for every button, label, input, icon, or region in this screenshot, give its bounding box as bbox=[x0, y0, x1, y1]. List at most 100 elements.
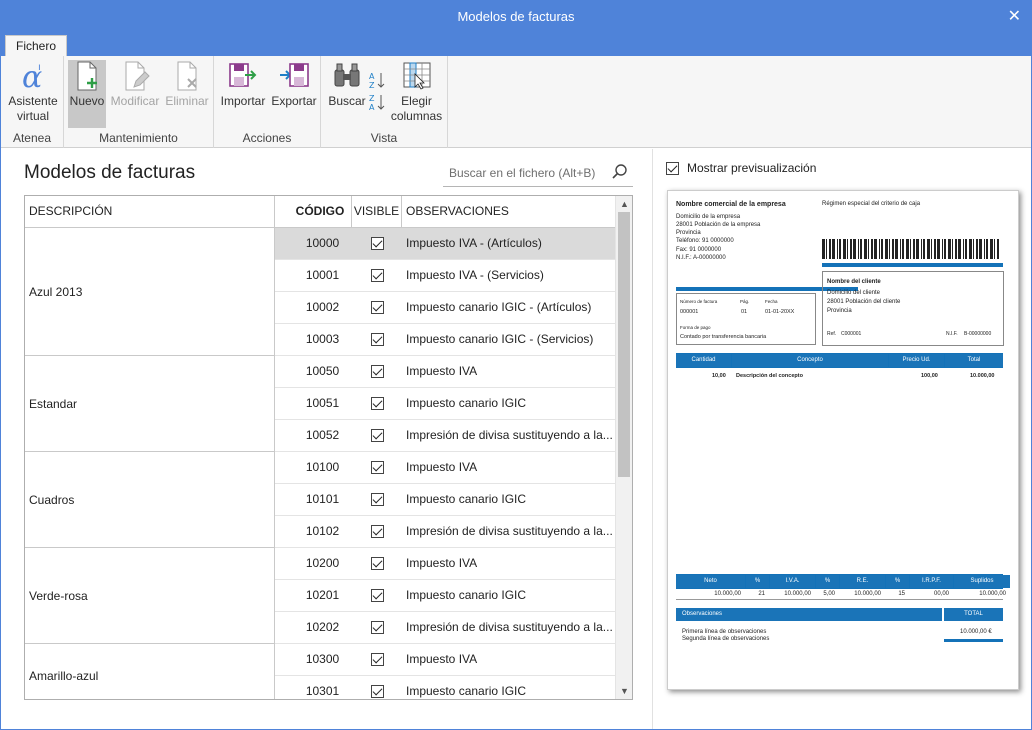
app-window: Modelos de facturas ✕ Fichero α ı Asiste… bbox=[0, 0, 1032, 730]
table-row[interactable]: 10100 Impuesto IVA bbox=[275, 452, 615, 484]
group-description[interactable]: Estandar bbox=[25, 356, 275, 452]
cell-visible[interactable] bbox=[352, 388, 402, 419]
preview-checkbox[interactable] bbox=[666, 161, 679, 175]
table-row[interactable]: 10101 Impuesto canario IGIC bbox=[275, 484, 615, 516]
modificar-button[interactable]: Modificar bbox=[108, 60, 162, 109]
tab-fichero[interactable]: Fichero bbox=[5, 35, 67, 57]
table-row[interactable]: 10300 Impuesto IVA bbox=[275, 644, 615, 676]
cell-observaciones: Impuesto canario IGIC - (Artículos) bbox=[406, 300, 592, 314]
visible-checkbox[interactable] bbox=[370, 525, 384, 538]
doc-totals-value: 21 bbox=[758, 591, 765, 597]
visible-checkbox[interactable] bbox=[370, 557, 384, 570]
table-row[interactable]: 10001 Impuesto IVA - (Servicios) bbox=[275, 260, 615, 292]
visible-checkbox[interactable] bbox=[370, 397, 384, 410]
cell-visible[interactable] bbox=[352, 324, 402, 355]
cell-observaciones: Impuesto canario IGIC bbox=[406, 684, 527, 698]
doc-city: 28001 Población de la empresa bbox=[676, 222, 761, 228]
table-row[interactable]: 10002 Impuesto canario IGIC - (Artículos) bbox=[275, 292, 615, 324]
doc-line-concept: Descripción del concepto bbox=[736, 373, 803, 379]
table-header: DESCRIPCIÓN CÓDIGO VISIBLE OBSERVACIONES bbox=[25, 196, 615, 228]
search-icon[interactable] bbox=[611, 163, 629, 181]
cell-visible[interactable] bbox=[352, 548, 402, 579]
visible-checkbox[interactable] bbox=[370, 365, 384, 378]
group-description[interactable]: Amarillo-azul bbox=[25, 644, 275, 699]
group-description[interactable]: Cuadros bbox=[25, 452, 275, 548]
doc-page-label: Pág. bbox=[740, 299, 750, 304]
visible-checkbox[interactable] bbox=[370, 333, 384, 346]
col-header-codigo[interactable]: CÓDIGO bbox=[275, 196, 352, 227]
cell-visible[interactable] bbox=[352, 356, 402, 387]
doc-total-value: 10.000,00 € bbox=[960, 629, 992, 635]
cell-codigo: 10202 bbox=[305, 620, 340, 634]
table-row[interactable]: 10202 Impresión de divisa sustituyendo a … bbox=[275, 612, 615, 644]
cell-visible[interactable] bbox=[352, 420, 402, 451]
preview-toggle[interactable]: Mostrar previsualización bbox=[666, 161, 816, 175]
cell-codigo: 10101 bbox=[305, 492, 340, 506]
group-description[interactable]: Azul 2013 bbox=[25, 228, 275, 356]
search-input[interactable]: Buscar en el fichero (Alt+B) bbox=[449, 166, 595, 180]
table-row[interactable]: 10301 Impuesto canario IGIC bbox=[275, 676, 615, 699]
doc-totals-sep bbox=[676, 599, 1003, 600]
cell-visible[interactable] bbox=[352, 484, 402, 515]
scroll-thumb[interactable] bbox=[618, 212, 630, 477]
visible-checkbox[interactable] bbox=[370, 429, 384, 442]
cell-visible[interactable] bbox=[352, 516, 402, 547]
table-row[interactable]: 10050 Impuesto IVA bbox=[275, 356, 615, 388]
cell-visible[interactable] bbox=[352, 452, 402, 483]
scroll-down-icon[interactable]: ▼ bbox=[616, 683, 632, 699]
table-row[interactable]: 10102 Impresión de divisa sustituyendo a … bbox=[275, 516, 615, 548]
buscar-label: Buscar bbox=[328, 94, 366, 108]
vertical-scrollbar[interactable]: ▲ ▼ bbox=[615, 196, 632, 699]
sort-az-button[interactable]: A Z Z A bbox=[367, 70, 387, 114]
buscar-button[interactable]: Buscar bbox=[325, 60, 369, 109]
doc-col-concepto: Concepto bbox=[732, 354, 888, 367]
asistente-virtual-button[interactable]: α ı Asistente virtual bbox=[3, 60, 63, 124]
table-row[interactable]: 10000 Impuesto IVA - (Artículos) bbox=[275, 228, 615, 260]
visible-checkbox[interactable] bbox=[370, 653, 384, 666]
cell-codigo: 10003 bbox=[305, 332, 340, 346]
search-box[interactable]: Buscar en el fichero (Alt+B) bbox=[443, 159, 633, 187]
cell-visible[interactable] bbox=[352, 580, 402, 611]
cell-visible[interactable] bbox=[352, 644, 402, 675]
cell-visible[interactable] bbox=[352, 260, 402, 291]
group-label-vista: Vista bbox=[370, 131, 398, 145]
nuevo-button[interactable]: Nuevo bbox=[68, 60, 106, 128]
close-icon[interactable]: ✕ bbox=[1008, 6, 1021, 26]
doc-date: 01-01-20XX bbox=[765, 309, 795, 315]
svg-text:Z: Z bbox=[369, 81, 375, 90]
col-header-visible[interactable]: VISIBLE bbox=[352, 196, 402, 227]
doc-client-city: 28001 Población del cliente bbox=[827, 299, 901, 305]
col-header-observaciones[interactable]: OBSERVACIONES bbox=[402, 196, 615, 227]
visible-checkbox[interactable] bbox=[370, 461, 384, 474]
exportar-button[interactable]: Exportar bbox=[268, 60, 320, 109]
table-row[interactable]: 10200 Impuesto IVA bbox=[275, 548, 615, 580]
visible-checkbox[interactable] bbox=[370, 589, 384, 602]
doc-regime: Régimen especial del criterio de caja bbox=[822, 201, 921, 207]
group-description[interactable]: Verde-rosa bbox=[25, 548, 275, 644]
visible-checkbox[interactable] bbox=[370, 301, 384, 314]
visible-checkbox[interactable] bbox=[370, 269, 384, 282]
table-row[interactable]: 10051 Impuesto canario IGIC bbox=[275, 388, 615, 420]
visible-checkbox[interactable] bbox=[370, 493, 384, 506]
elegir-columnas-button[interactable]: Elegir columnas bbox=[389, 60, 444, 124]
visible-checkbox[interactable] bbox=[370, 621, 384, 634]
visible-checkbox[interactable] bbox=[370, 685, 384, 698]
table-row[interactable]: 10052 Impresión de divisa sustituyendo a … bbox=[275, 420, 615, 452]
eliminar-button[interactable]: Eliminar bbox=[162, 60, 212, 109]
table-row[interactable]: 10201 Impuesto canario IGIC bbox=[275, 580, 615, 612]
table-row[interactable]: 10003 Impuesto canario IGIC - (Servicios) bbox=[275, 324, 615, 356]
cell-visible[interactable] bbox=[352, 676, 402, 699]
doc-date-label: Fecha bbox=[765, 299, 778, 304]
doc-ref-value: C000001 bbox=[841, 331, 862, 337]
col-header-descripcion[interactable]: DESCRIPCIÓN bbox=[25, 196, 275, 227]
importar-button[interactable]: Importar bbox=[218, 60, 268, 109]
cell-visible[interactable] bbox=[352, 228, 402, 259]
doc-inv-num-label: Número de factura bbox=[680, 299, 718, 304]
cell-visible[interactable] bbox=[352, 612, 402, 643]
cell-visible[interactable] bbox=[352, 292, 402, 323]
preview-pane: Mostrar previsualización Nombre comercia… bbox=[654, 149, 1031, 729]
visible-checkbox[interactable] bbox=[370, 237, 384, 250]
doc-nif: N.I.F.: A-00000000 bbox=[676, 255, 726, 261]
scroll-up-icon[interactable]: ▲ bbox=[616, 196, 632, 212]
nuevo-label: Nuevo bbox=[69, 94, 105, 108]
